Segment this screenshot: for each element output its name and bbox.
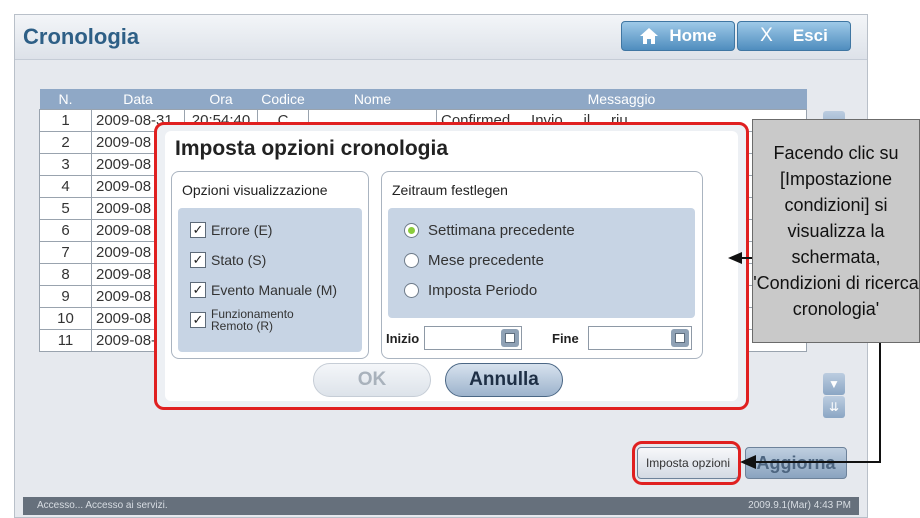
close-icon: X [760, 25, 773, 46]
double-chevron-down-icon: ⇊ [828, 400, 840, 414]
update-button[interactable]: Aggiorna [745, 447, 847, 479]
checkbox-manual-event-label: Evento Manuale (M) [211, 282, 338, 298]
checkbox-status[interactable]: ✓ Stato (S) [190, 252, 266, 268]
scroll-down-button[interactable]: ▼ [823, 373, 845, 395]
calendar-icon[interactable] [671, 329, 689, 347]
cell-number: 3 [39, 153, 92, 176]
dialog-title: Imposta opzioni cronologia [175, 137, 448, 160]
home-icon [640, 28, 659, 44]
status-bar: Accesso... Accesso ai servizi. 2009.9.1(… [23, 497, 859, 515]
header-date: Data [91, 89, 185, 110]
checkmark-icon: ✓ [190, 222, 206, 238]
page-title: Cronologia [23, 24, 140, 49]
cell-number: 2 [39, 131, 92, 154]
options-dialog: Imposta opzioni cronologia Opzioni visua… [154, 122, 749, 410]
display-options-heading: Opzioni visualizzazione [182, 182, 328, 198]
options-highlight [632, 441, 741, 485]
scroll-bottom-button[interactable]: ⇊ [823, 396, 845, 418]
cancel-button[interactable]: Annulla [445, 363, 563, 397]
header-number: N. [39, 89, 92, 110]
cell-number: 4 [39, 175, 92, 198]
home-label: Home [669, 26, 717, 45]
checkbox-remote-line2: Remoto (R) [211, 319, 274, 333]
annotation-text: Facendo clic su [Impostazione condizioni… [753, 143, 919, 319]
status-message: Accesso... Accesso ai servizi. [37, 500, 168, 511]
radio-set-period[interactable]: Imposta Periodo [404, 282, 537, 299]
end-date-field[interactable] [588, 326, 692, 350]
header-code: Codice [257, 89, 309, 110]
start-label: Inizio [386, 331, 420, 346]
cell-number: 1 [39, 109, 92, 132]
exit-button[interactable]: X Esci [737, 21, 851, 51]
cell-number: 10 [39, 307, 92, 330]
calendar-icon[interactable] [501, 329, 519, 347]
checkbox-status-label: Stato (S) [211, 252, 267, 268]
checkmark-icon: ✓ [190, 282, 206, 298]
exit-label: Esci [792, 26, 828, 45]
radio-selected-icon [404, 223, 419, 238]
cell-number: 11 [39, 329, 92, 352]
ok-button[interactable]: OK [313, 363, 431, 397]
status-datetime: 2009.9.1(Mar) 4:43 PM [748, 500, 851, 511]
radio-previous-week[interactable]: Settimana precedente [404, 222, 575, 239]
radio-icon [404, 283, 419, 298]
header-name: Nome [308, 89, 437, 110]
radio-previous-month[interactable]: Mese precedente [404, 252, 544, 269]
cell-number: 9 [39, 285, 92, 308]
checkbox-manual-event[interactable]: ✓ Evento Manuale (M) [190, 282, 337, 298]
radio-icon [404, 253, 419, 268]
period-panel: Zeitraum festlegen Settimana precedente … [381, 171, 703, 359]
radio-previous-month-label: Mese precedente [428, 252, 544, 269]
header-message: Messaggio [436, 89, 807, 110]
dialog-body: Imposta opzioni cronologia Opzioni visua… [165, 131, 738, 401]
end-label: Fine [552, 331, 579, 346]
checkbox-remote[interactable]: ✓ Funzionamento Remoto (R) [190, 308, 294, 332]
radio-set-period-label: Imposta Periodo [428, 282, 538, 299]
display-options-panel: Opzioni visualizzazione ✓ Errore (E) ✓ S… [171, 171, 369, 359]
chevron-down-icon: ▼ [828, 377, 840, 391]
start-date-field[interactable] [424, 326, 522, 350]
home-button[interactable]: Home [621, 21, 735, 51]
checkbox-remote-label: Funzionamento Remoto (R) [211, 308, 294, 332]
checkbox-error[interactable]: ✓ Errore (E) [190, 222, 272, 238]
annotation-callout: Facendo clic su [Impostazione condizioni… [752, 119, 920, 343]
cell-number: 7 [39, 241, 92, 264]
period-heading: Zeitraum festlegen [392, 182, 508, 198]
header-time: Ora [184, 89, 258, 110]
title-bar: Cronologia Home X Esci [15, 15, 867, 60]
cell-number: 6 [39, 219, 92, 242]
checkbox-error-label: Errore (E) [211, 222, 273, 238]
checkmark-icon: ✓ [190, 252, 206, 268]
radio-previous-week-label: Settimana precedente [428, 222, 575, 239]
cell-number: 5 [39, 197, 92, 220]
checkmark-icon: ✓ [190, 312, 206, 328]
cell-number: 8 [39, 263, 92, 286]
